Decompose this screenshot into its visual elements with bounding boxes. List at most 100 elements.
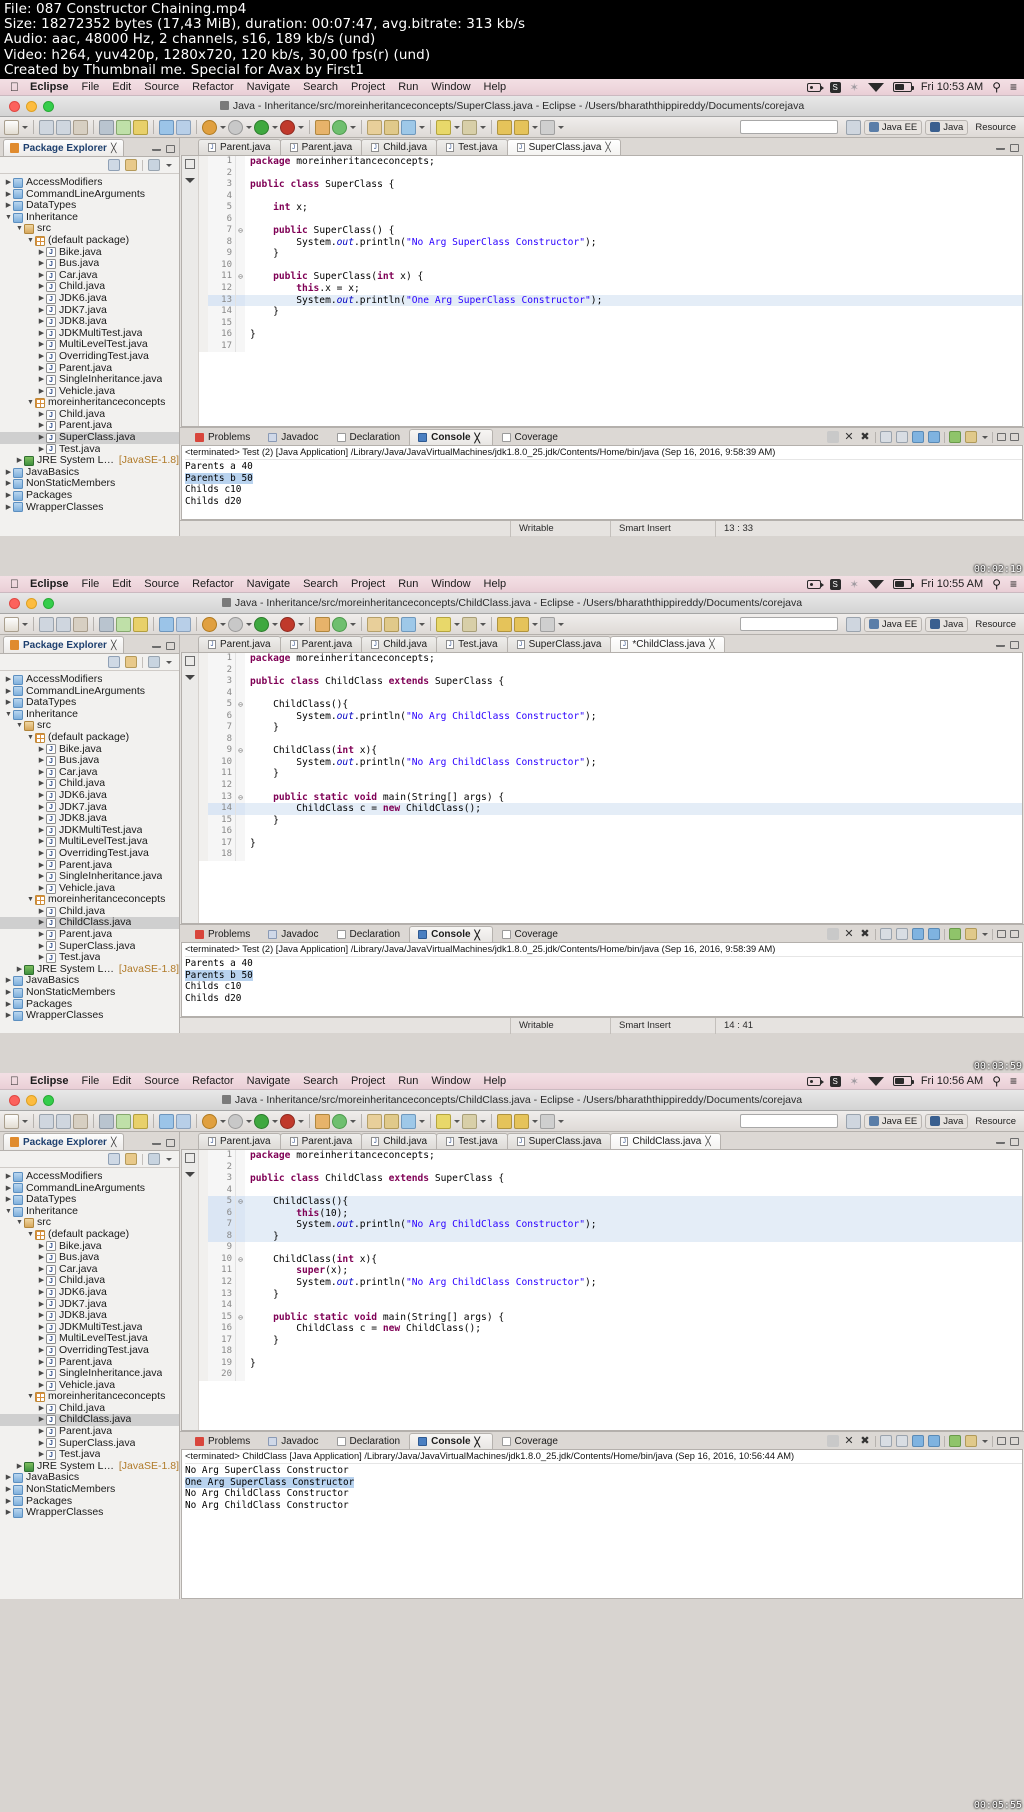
tree-expand-arrow-icon[interactable]: ▼ xyxy=(26,397,35,409)
tree-expand-arrow-icon[interactable]: ▶ xyxy=(4,502,13,514)
code-fold-icon[interactable] xyxy=(236,1242,245,1254)
external-tools-button[interactable] xyxy=(332,119,347,135)
tree-item-jre-system-library[interactable]: ▶ JRE System Library[JavaSE-1.8] xyxy=(0,963,179,976)
code-fold-icon[interactable] xyxy=(236,294,245,307)
tree-item-src[interactable]: ▼ src xyxy=(0,1217,179,1229)
bottom-tab-declaration[interactable]: Declaration xyxy=(328,429,410,445)
tree-item-child-java[interactable]: ▶ J Child.java xyxy=(0,778,179,790)
open-type-button[interactable] xyxy=(159,119,174,135)
coverage-dropdown-icon[interactable] xyxy=(298,622,304,626)
tree-expand-arrow-icon[interactable]: ▶ xyxy=(37,363,46,375)
save-button[interactable] xyxy=(39,616,54,632)
code-fold-icon[interactable] xyxy=(236,768,245,781)
maximize-view-button[interactable] xyxy=(1010,1437,1019,1446)
tree-expand-arrow-icon[interactable]: ▶ xyxy=(37,351,46,363)
code-line[interactable]: 12 System.out.println("No Arg ChildClass… xyxy=(199,1277,1022,1289)
editor-tab-parentjava[interactable]: J Parent.java xyxy=(198,139,281,156)
code-line[interactable]: 9 ⊖ ChildClass(int x){ xyxy=(199,745,1022,757)
wifi-icon[interactable] xyxy=(867,579,884,589)
code-fold-icon[interactable]: ⊖ xyxy=(236,1253,245,1266)
tree-expand-arrow-icon[interactable]: ▶ xyxy=(4,467,13,479)
next-annotation-dropdown-icon[interactable] xyxy=(454,125,460,129)
code-line[interactable]: 6 this(10); xyxy=(199,1207,1022,1220)
tree-item-bus-java[interactable]: ▶ J Bus.java xyxy=(0,755,179,767)
tree-item-multileveltest-java[interactable]: ▶ J MultiLevelTest.java xyxy=(0,836,179,848)
tree-item-accessmodifiers[interactable]: ▶ AccessModifiers xyxy=(0,177,179,189)
tree-expand-arrow-icon[interactable]: ▶ xyxy=(4,478,13,490)
code-fold-icon[interactable] xyxy=(236,653,245,665)
apple-logo-icon[interactable]:  xyxy=(10,1075,19,1087)
perspective-java-ee[interactable]: Java EE xyxy=(863,616,923,632)
pin-console-button[interactable] xyxy=(896,928,908,941)
menu-refactor[interactable]: Refactor xyxy=(192,81,234,93)
remove-all-terminated-button[interactable]: ✖ xyxy=(859,431,871,443)
code-fold-icon[interactable] xyxy=(236,340,245,353)
coverage-dropdown-icon[interactable] xyxy=(298,125,304,129)
code-line[interactable]: 2 xyxy=(199,167,1022,180)
tree-item-bike-java[interactable]: ▶ J Bike.java xyxy=(0,744,179,756)
close-icon[interactable]: ╳ xyxy=(111,143,116,154)
bottom-tab-console[interactable]: Console ╳ xyxy=(409,429,493,446)
tree-expand-arrow-icon[interactable]: ▶ xyxy=(4,200,13,212)
menu-project[interactable]: Project xyxy=(351,578,385,590)
editor-tab-testjava[interactable]: J Test.java xyxy=(436,139,508,156)
debug-dropdown-icon[interactable] xyxy=(220,125,226,129)
open-console-button[interactable] xyxy=(928,928,940,941)
code-fold-icon[interactable]: ⊖ xyxy=(236,1196,245,1208)
tree-expand-arrow-icon[interactable]: ▶ xyxy=(4,1496,13,1508)
editor-tab-superclassjava[interactable]: J SuperClass.java xyxy=(506,1133,612,1150)
shortcut-icon[interactable]: S xyxy=(829,578,841,590)
menu-edit[interactable]: Edit xyxy=(112,81,131,93)
next-annotation-button[interactable] xyxy=(436,119,451,135)
code-line[interactable]: 16 xyxy=(199,826,1022,838)
search-button[interactable] xyxy=(176,119,191,135)
code-line[interactable]: 10 System.out.println("No Arg ChildClass… xyxy=(199,756,1022,769)
package-explorer-tab[interactable]: Package Explorer ╳ xyxy=(3,139,125,157)
bottom-tab-javadoc[interactable]: Javadoc xyxy=(259,926,327,942)
profile-dropdown-icon[interactable] xyxy=(246,1119,252,1123)
next-annotation-dropdown-icon[interactable] xyxy=(454,622,460,626)
search-button[interactable] xyxy=(176,616,191,632)
external-tools-dropdown-icon[interactable] xyxy=(350,1119,356,1123)
new-java-project-button[interactable] xyxy=(116,1113,131,1129)
tree-expand-arrow-icon[interactable]: ▶ xyxy=(37,1275,46,1287)
menu-project[interactable]: Project xyxy=(351,1075,385,1087)
tree-expand-arrow-icon[interactable]: ▶ xyxy=(37,386,46,398)
forward-dropdown-icon[interactable] xyxy=(532,622,538,626)
editor-tab-testjava[interactable]: J Test.java xyxy=(436,636,508,653)
tree-expand-arrow-icon[interactable]: ▶ xyxy=(37,1299,46,1311)
tree-item-jdkmultitest-java[interactable]: ▶ J JDKMultiTest.java xyxy=(0,328,179,340)
bottom-tab-problems[interactable]: Problems xyxy=(186,1433,259,1449)
code-line[interactable]: 16 ChildClass c = new ChildClass(); xyxy=(199,1323,1022,1335)
code-fold-icon[interactable] xyxy=(236,814,245,827)
minimize-view-button[interactable] xyxy=(997,433,1006,442)
scroll-lock-button[interactable] xyxy=(880,1435,892,1448)
code-fold-icon[interactable] xyxy=(236,1265,245,1278)
code-line[interactable]: 1 package moreinheritanceconcepts; xyxy=(199,1150,1022,1162)
code-line[interactable]: 8 System.out.println("No Arg SuperClass … xyxy=(199,236,1022,249)
tree-expand-arrow-icon[interactable]: ▼ xyxy=(15,223,24,235)
code-fold-icon[interactable] xyxy=(236,687,245,700)
menu-eclipse[interactable]: Eclipse xyxy=(30,81,69,93)
notification-center-icon[interactable]: ≡ xyxy=(1010,1074,1017,1088)
tree-expand-arrow-icon[interactable]: ▼ xyxy=(15,720,24,732)
tree-item--default-package-[interactable]: ▼ (default package) xyxy=(0,1229,179,1241)
tree-expand-arrow-icon[interactable]: ▶ xyxy=(4,686,13,698)
next-annotation-dropdown-icon[interactable] xyxy=(454,1119,460,1123)
perspective-java-ee[interactable]: Java EE xyxy=(863,119,923,135)
tree-expand-arrow-icon[interactable]: ▼ xyxy=(4,1206,13,1218)
search-button[interactable] xyxy=(176,1113,191,1129)
forward-button[interactable] xyxy=(514,616,529,632)
minimize-view-button[interactable] xyxy=(997,1437,1006,1446)
tree-expand-arrow-icon[interactable]: ▶ xyxy=(37,1380,46,1392)
chevron-down-icon[interactable] xyxy=(185,675,195,681)
code-line[interactable]: 18 xyxy=(199,1346,1022,1358)
code-fold-icon[interactable] xyxy=(236,756,245,769)
tree-item-jdkmultitest-java[interactable]: ▶ J JDKMultiTest.java xyxy=(0,1322,179,1334)
tree-item-child-java[interactable]: ▶ J Child.java xyxy=(0,281,179,293)
menu-source[interactable]: Source xyxy=(144,81,179,93)
editor-tab-parentjava[interactable]: J Parent.java xyxy=(198,1133,281,1150)
coverage-button[interactable] xyxy=(280,119,295,135)
open-folder-button[interactable] xyxy=(367,1113,382,1129)
tree-item-datatypes[interactable]: ▶ DataTypes xyxy=(0,697,179,709)
